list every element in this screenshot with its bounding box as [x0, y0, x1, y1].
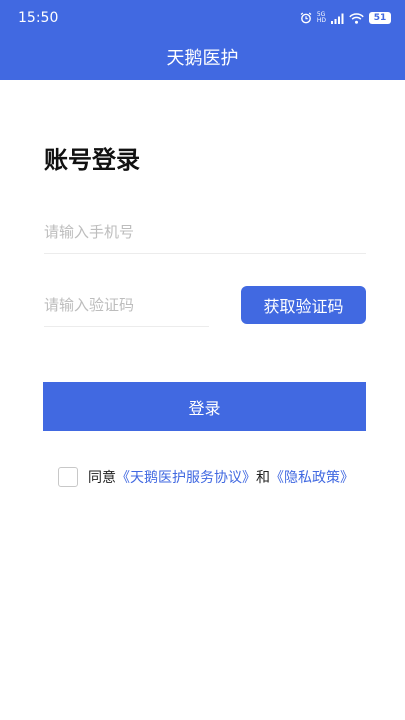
status-time: 15:50	[18, 10, 59, 26]
wifi-icon	[349, 12, 364, 24]
service-agreement-link[interactable]: 《天鹅医护服务协议》	[116, 467, 256, 487]
agreement-row: 同意 《天鹅医护服务协议》 和 《隐私政策》	[58, 467, 354, 487]
agreement-prefix: 同意	[88, 470, 116, 486]
get-code-button[interactable]: 获取验证码	[241, 286, 366, 324]
agreement-conjunction: 和	[256, 470, 270, 486]
network-label: 5G HD	[316, 11, 326, 24]
page-title: 账号登录	[44, 146, 140, 174]
app-header: 15:50 5G HD 51 天鹅医护	[0, 0, 405, 80]
verification-code-input[interactable]	[44, 283, 209, 327]
privacy-policy-link[interactable]: 《隐私政策》	[270, 467, 354, 487]
login-button[interactable]: 登录	[43, 382, 366, 431]
alarm-icon	[300, 12, 312, 24]
agreement-checkbox[interactable]	[58, 467, 78, 487]
signal-icon	[331, 13, 344, 24]
status-bar: 15:50 5G HD 51	[0, 0, 405, 36]
status-icons: 5G HD 51	[300, 10, 391, 26]
battery-icon: 51	[369, 12, 391, 24]
app-title: 天鹅医护	[166, 48, 239, 69]
phone-input[interactable]	[44, 210, 366, 254]
